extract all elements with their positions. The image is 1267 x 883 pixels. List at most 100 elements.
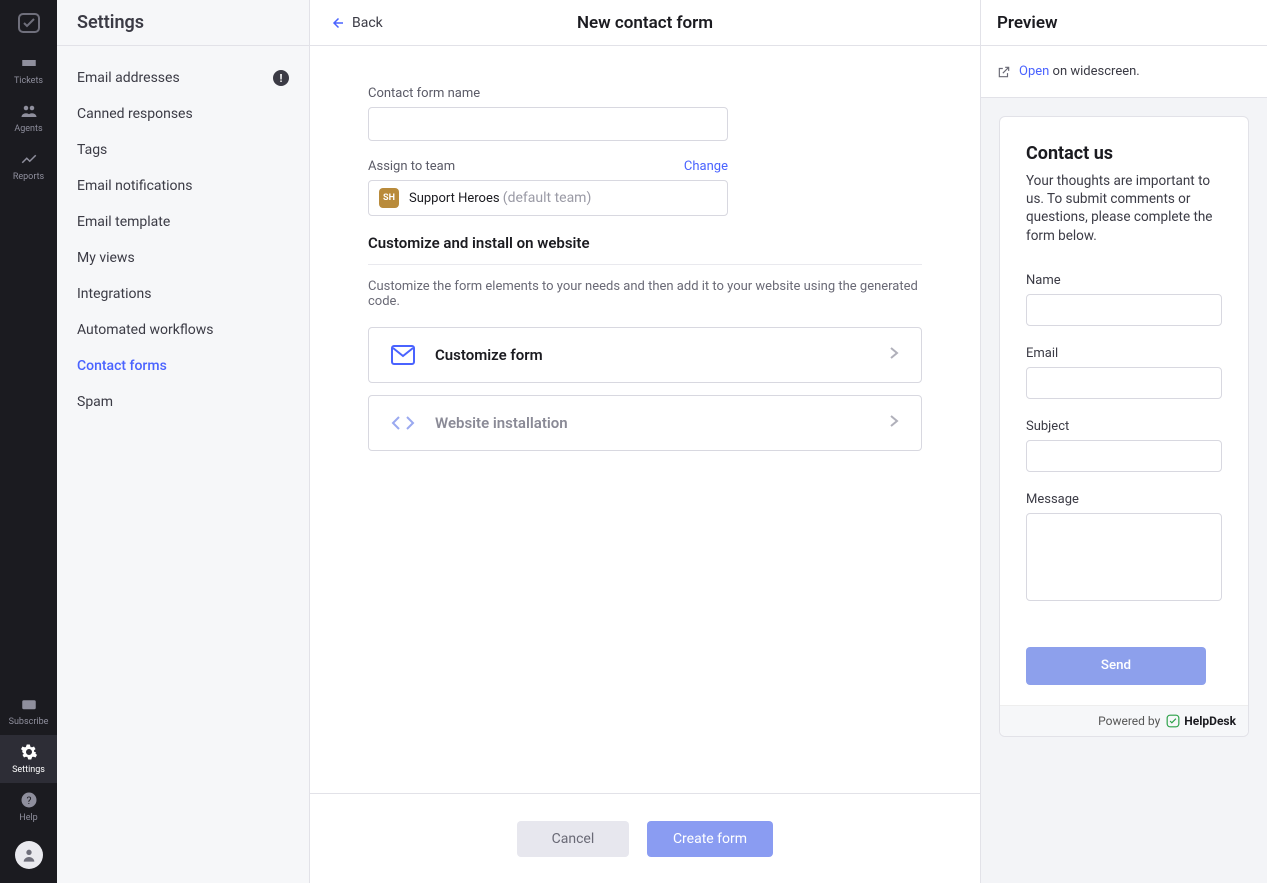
rail-label: Agents	[14, 124, 42, 134]
cancel-button[interactable]: Cancel	[517, 821, 629, 857]
rail-label: Settings	[12, 765, 45, 775]
nav-label: Tags	[77, 142, 107, 158]
preview-email-input[interactable]	[1026, 367, 1222, 399]
team-name: Support Heroes	[409, 191, 503, 206]
main-header: Back New contact form	[310, 0, 980, 46]
page-title: New contact form	[310, 13, 980, 33]
form-name-label: Contact form name	[368, 86, 922, 101]
nav-email-template[interactable]: Email template	[57, 204, 309, 240]
nav-canned-responses[interactable]: Canned responses	[57, 96, 309, 132]
code-icon	[391, 413, 415, 433]
section-description: Customize the form elements to your need…	[368, 279, 922, 309]
preview-name-input[interactable]	[1026, 294, 1222, 326]
preview-email-field: Email	[1026, 346, 1222, 399]
envelope-icon	[391, 345, 415, 365]
rail-label: Subscribe	[9, 717, 49, 727]
rail-tickets[interactable]: Tickets	[0, 46, 57, 94]
preview-email-label: Email	[1026, 346, 1222, 361]
chevron-right-icon	[889, 346, 899, 364]
nav-label: Contact forms	[77, 358, 167, 374]
user-avatar[interactable]	[15, 841, 43, 869]
preview-open-row: Open on widescreen.	[981, 46, 1267, 98]
customize-section: Customize and install on website Customi…	[368, 234, 922, 451]
nav-label: Spam	[77, 394, 113, 410]
app-logo	[0, 0, 57, 46]
assign-team-row: Assign to team Change SH Support Heroes …	[368, 159, 922, 216]
team-selector[interactable]: SH Support Heroes (default team)	[368, 180, 728, 216]
rail-agents[interactable]: Agents	[0, 94, 57, 142]
customize-form-card[interactable]: Customize form	[368, 327, 922, 383]
helpdesk-logo: HelpDesk	[1166, 714, 1236, 728]
preview-message-field: Message	[1026, 492, 1222, 605]
settings-sidebar: Settings Email addresses ! Canned respon…	[57, 0, 310, 883]
preview-message-label: Message	[1026, 492, 1222, 507]
chevron-right-icon	[889, 414, 899, 432]
rail-help[interactable]: ? Help	[0, 783, 57, 831]
chart-icon	[20, 150, 38, 168]
agents-icon	[20, 102, 38, 120]
preview-form-desc: Your thoughts are important to us. To su…	[1026, 172, 1222, 245]
section-title: Customize and install on website	[368, 234, 922, 265]
settings-nav: Email addresses ! Canned responses Tags …	[57, 46, 309, 434]
website-install-card[interactable]: Website installation	[368, 395, 922, 451]
rail-reports[interactable]: Reports	[0, 142, 57, 190]
main-panel: Back New contact form Contact form name …	[310, 0, 980, 883]
preview-subject-label: Subject	[1026, 419, 1222, 434]
change-team-link[interactable]: Change	[684, 159, 728, 174]
rail-label: Tickets	[14, 76, 43, 86]
assign-team-label: Assign to team	[368, 159, 455, 174]
open-widescreen-text: on widescreen.	[1049, 64, 1139, 79]
nav-spam[interactable]: Spam	[57, 384, 309, 420]
preview-header: Preview	[981, 0, 1267, 46]
rail-subscribe[interactable]: Subscribe	[0, 687, 57, 735]
gear-icon	[20, 743, 38, 761]
alert-badge: !	[273, 70, 289, 86]
nav-automated-workflows[interactable]: Automated workflows	[57, 312, 309, 348]
preview-title: Preview	[997, 13, 1058, 33]
nav-label: Email template	[77, 214, 170, 230]
main-body: Contact form name Assign to team Change …	[310, 46, 980, 793]
preview-send-button[interactable]: Send	[1026, 647, 1206, 685]
nav-label: Integrations	[77, 286, 151, 302]
preview-message-input[interactable]	[1026, 513, 1222, 601]
create-form-button[interactable]: Create form	[647, 821, 773, 857]
nav-label: Automated workflows	[77, 322, 214, 338]
open-widescreen-link[interactable]: Open	[1019, 64, 1049, 79]
nav-email-notifications[interactable]: Email notifications	[57, 168, 309, 204]
rail-settings[interactable]: Settings	[0, 735, 57, 783]
nav-my-views[interactable]: My views	[57, 240, 309, 276]
brand-name: HelpDesk	[1184, 714, 1236, 728]
rail-label: Reports	[13, 172, 44, 182]
nav-label: My views	[77, 250, 135, 266]
sidebar-header: Settings	[57, 0, 309, 46]
form-name-row: Contact form name	[368, 86, 922, 141]
nav-label: Email notifications	[77, 178, 192, 194]
preview-panel: Preview Open on widescreen. Contact us Y…	[980, 0, 1267, 883]
subscribe-icon	[20, 695, 38, 713]
preview-body: Contact us Your thoughts are important t…	[981, 98, 1267, 883]
back-button[interactable]: Back	[310, 14, 401, 32]
preview-subject-input[interactable]	[1026, 440, 1222, 472]
powered-by-label: Powered by	[1098, 714, 1160, 728]
svg-text:?: ?	[26, 794, 31, 807]
preview-name-label: Name	[1026, 273, 1222, 288]
nav-tags[interactable]: Tags	[57, 132, 309, 168]
team-default-tag: (default team)	[503, 190, 592, 206]
helpdesk-check-icon	[1166, 714, 1180, 728]
nav-integrations[interactable]: Integrations	[57, 276, 309, 312]
contact-form-name-input[interactable]	[368, 107, 728, 141]
nav-email-addresses[interactable]: Email addresses !	[57, 60, 309, 96]
footer-actions: Cancel Create form	[310, 793, 980, 883]
preview-name-field: Name	[1026, 273, 1222, 326]
team-avatar: SH	[379, 188, 399, 208]
contact-form-preview: Contact us Your thoughts are important t…	[999, 116, 1249, 737]
preview-subject-field: Subject	[1026, 419, 1222, 472]
nav-contact-forms[interactable]: Contact forms	[57, 348, 309, 384]
back-label: Back	[352, 15, 383, 31]
left-rail: Tickets Agents Reports Subscribe Setting…	[0, 0, 57, 883]
rail-label: Help	[19, 813, 37, 823]
help-icon: ?	[20, 791, 38, 809]
external-link-icon	[997, 65, 1011, 79]
ticket-icon	[20, 54, 38, 72]
preview-form-title: Contact us	[1026, 143, 1222, 164]
